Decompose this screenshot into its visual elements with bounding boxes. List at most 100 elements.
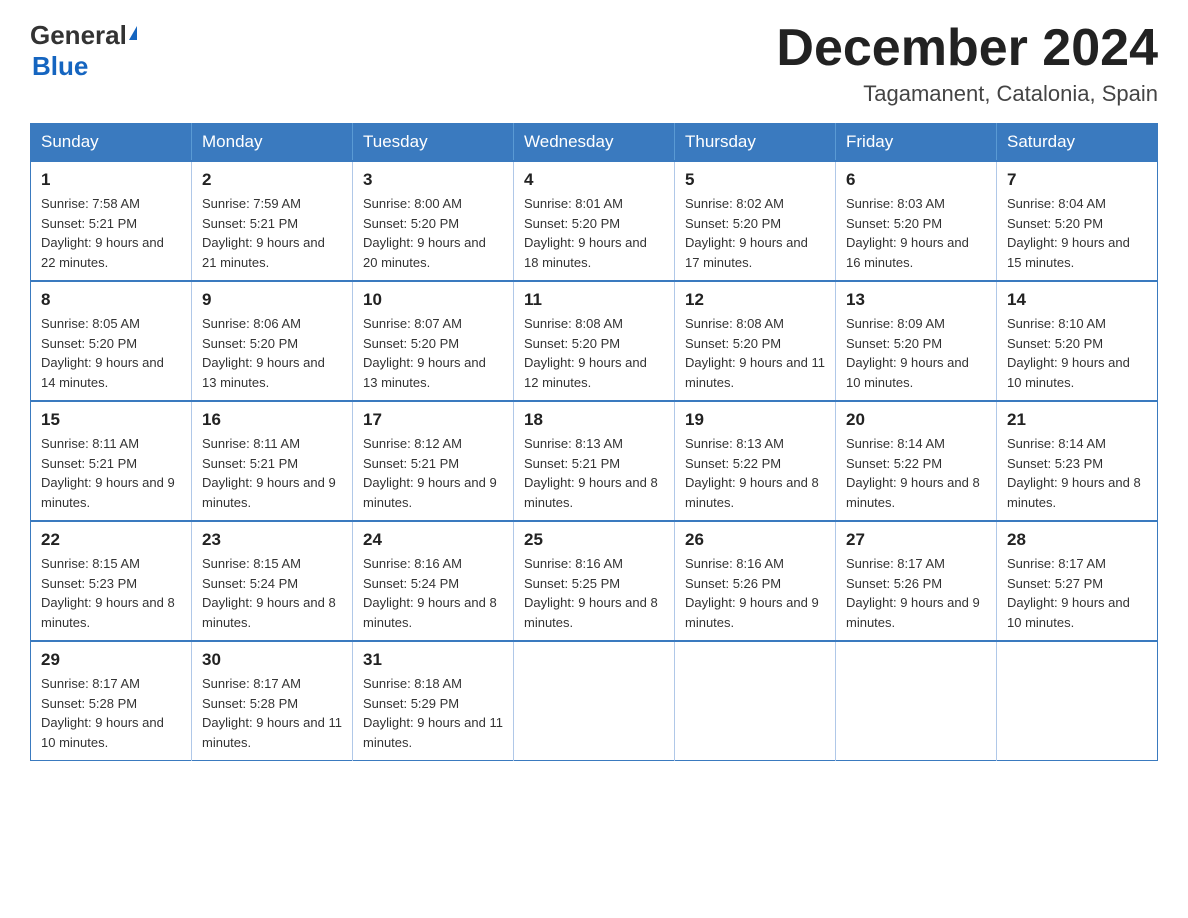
day-info: Sunrise: 8:02 AMSunset: 5:20 PMDaylight:…: [685, 194, 825, 272]
calendar-day-cell: 31Sunrise: 8:18 AMSunset: 5:29 PMDayligh…: [353, 641, 514, 761]
month-title: December 2024: [776, 20, 1158, 77]
calendar-header-friday: Friday: [836, 124, 997, 162]
day-info: Sunrise: 8:08 AMSunset: 5:20 PMDaylight:…: [685, 314, 825, 392]
day-number: 9: [202, 290, 342, 310]
day-info: Sunrise: 8:12 AMSunset: 5:21 PMDaylight:…: [363, 434, 503, 512]
day-info: Sunrise: 8:06 AMSunset: 5:20 PMDaylight:…: [202, 314, 342, 392]
day-number: 25: [524, 530, 664, 550]
day-info: Sunrise: 8:07 AMSunset: 5:20 PMDaylight:…: [363, 314, 503, 392]
day-number: 31: [363, 650, 503, 670]
logo-general-text: General: [30, 20, 127, 51]
calendar-day-cell: 17 Sunrise: 8:12 AMSunset: 5:21 PMDayligh…: [353, 401, 514, 521]
day-number: 20: [846, 410, 986, 430]
day-number: 17: [363, 410, 503, 430]
calendar-day-cell: 10 Sunrise: 8:07 AMSunset: 5:20 PMDayligh…: [353, 281, 514, 401]
day-info: Sunrise: 8:14 AMSunset: 5:22 PMDaylight:…: [846, 434, 986, 512]
calendar-day-cell: 4 Sunrise: 8:01 AMSunset: 5:20 PMDaylight…: [514, 161, 675, 281]
day-info: Sunrise: 8:04 AMSunset: 5:20 PMDaylight:…: [1007, 194, 1147, 272]
calendar-header-row: SundayMondayTuesdayWednesdayThursdayFrid…: [31, 124, 1158, 162]
calendar-day-cell: 21 Sunrise: 8:14 AMSunset: 5:23 PMDayligh…: [997, 401, 1158, 521]
day-number: 16: [202, 410, 342, 430]
title-area: December 2024 Tagamanent, Catalonia, Spa…: [776, 20, 1158, 107]
day-number: 27: [846, 530, 986, 550]
day-number: 1: [41, 170, 181, 190]
calendar-day-cell: 28 Sunrise: 8:17 AMSunset: 5:27 PMDayligh…: [997, 521, 1158, 641]
calendar-day-cell: 22 Sunrise: 8:15 AMSunset: 5:23 PMDayligh…: [31, 521, 192, 641]
calendar-week-row: 29 Sunrise: 8:17 AMSunset: 5:28 PMDayligh…: [31, 641, 1158, 761]
calendar-week-row: 1 Sunrise: 7:58 AMSunset: 5:21 PMDaylight…: [31, 161, 1158, 281]
calendar-day-cell: [997, 641, 1158, 761]
calendar-day-cell: 18Sunrise: 8:13 AMSunset: 5:21 PMDayligh…: [514, 401, 675, 521]
day-number: 22: [41, 530, 181, 550]
calendar-day-cell: 19 Sunrise: 8:13 AMSunset: 5:22 PMDayligh…: [675, 401, 836, 521]
day-info: Sunrise: 8:05 AMSunset: 5:20 PMDaylight:…: [41, 314, 181, 392]
day-number: 3: [363, 170, 503, 190]
day-info: Sunrise: 8:17 AMSunset: 5:28 PMDaylight:…: [202, 674, 342, 752]
calendar-header-tuesday: Tuesday: [353, 124, 514, 162]
calendar-day-cell: 13Sunrise: 8:09 AMSunset: 5:20 PMDayligh…: [836, 281, 997, 401]
day-number: 26: [685, 530, 825, 550]
day-info: Sunrise: 8:17 AMSunset: 5:28 PMDaylight:…: [41, 674, 181, 752]
calendar-table: SundayMondayTuesdayWednesdayThursdayFrid…: [30, 123, 1158, 761]
day-number: 8: [41, 290, 181, 310]
page-header: General Blue December 2024 Tagamanent, C…: [30, 20, 1158, 107]
day-info: Sunrise: 8:00 AMSunset: 5:20 PMDaylight:…: [363, 194, 503, 272]
calendar-day-cell: [675, 641, 836, 761]
day-number: 24: [363, 530, 503, 550]
day-number: 18: [524, 410, 664, 430]
day-number: 10: [363, 290, 503, 310]
calendar-day-cell: 24 Sunrise: 8:16 AMSunset: 5:24 PMDayligh…: [353, 521, 514, 641]
day-info: Sunrise: 8:14 AMSunset: 5:23 PMDaylight:…: [1007, 434, 1147, 512]
day-number: 2: [202, 170, 342, 190]
day-number: 15: [41, 410, 181, 430]
calendar-day-cell: 9 Sunrise: 8:06 AMSunset: 5:20 PMDaylight…: [192, 281, 353, 401]
day-info: Sunrise: 7:58 AMSunset: 5:21 PMDaylight:…: [41, 194, 181, 272]
day-number: 6: [846, 170, 986, 190]
day-number: 4: [524, 170, 664, 190]
calendar-day-cell: 30 Sunrise: 8:17 AMSunset: 5:28 PMDayligh…: [192, 641, 353, 761]
calendar-week-row: 15 Sunrise: 8:11 AMSunset: 5:21 PMDayligh…: [31, 401, 1158, 521]
location-title: Tagamanent, Catalonia, Spain: [776, 81, 1158, 107]
calendar-day-cell: [514, 641, 675, 761]
day-info: Sunrise: 8:16 AMSunset: 5:24 PMDaylight:…: [363, 554, 503, 632]
day-info: Sunrise: 8:01 AMSunset: 5:20 PMDaylight:…: [524, 194, 664, 272]
calendar-day-cell: 3 Sunrise: 8:00 AMSunset: 5:20 PMDaylight…: [353, 161, 514, 281]
calendar-day-cell: 5Sunrise: 8:02 AMSunset: 5:20 PMDaylight…: [675, 161, 836, 281]
day-info: Sunrise: 7:59 AMSunset: 5:21 PMDaylight:…: [202, 194, 342, 272]
calendar-header-wednesday: Wednesday: [514, 124, 675, 162]
day-number: 19: [685, 410, 825, 430]
day-number: 23: [202, 530, 342, 550]
day-info: Sunrise: 8:10 AMSunset: 5:20 PMDaylight:…: [1007, 314, 1147, 392]
calendar-week-row: 8 Sunrise: 8:05 AMSunset: 5:20 PMDaylight…: [31, 281, 1158, 401]
day-info: Sunrise: 8:15 AMSunset: 5:23 PMDaylight:…: [41, 554, 181, 632]
day-info: Sunrise: 8:17 AMSunset: 5:27 PMDaylight:…: [1007, 554, 1147, 632]
day-number: 30: [202, 650, 342, 670]
calendar-day-cell: 16 Sunrise: 8:11 AMSunset: 5:21 PMDayligh…: [192, 401, 353, 521]
day-number: 29: [41, 650, 181, 670]
calendar-day-cell: 29 Sunrise: 8:17 AMSunset: 5:28 PMDayligh…: [31, 641, 192, 761]
calendar-day-cell: 27 Sunrise: 8:17 AMSunset: 5:26 PMDayligh…: [836, 521, 997, 641]
day-info: Sunrise: 8:11 AMSunset: 5:21 PMDaylight:…: [41, 434, 181, 512]
day-info: Sunrise: 8:11 AMSunset: 5:21 PMDaylight:…: [202, 434, 342, 512]
calendar-header-saturday: Saturday: [997, 124, 1158, 162]
day-info: Sunrise: 8:13 AMSunset: 5:22 PMDaylight:…: [685, 434, 825, 512]
day-number: 28: [1007, 530, 1147, 550]
calendar-header-sunday: Sunday: [31, 124, 192, 162]
logo-triangle-icon: [129, 26, 137, 40]
calendar-day-cell: 25Sunrise: 8:16 AMSunset: 5:25 PMDayligh…: [514, 521, 675, 641]
day-number: 21: [1007, 410, 1147, 430]
calendar-day-cell: [836, 641, 997, 761]
calendar-header-thursday: Thursday: [675, 124, 836, 162]
day-info: Sunrise: 8:15 AMSunset: 5:24 PMDaylight:…: [202, 554, 342, 632]
calendar-day-cell: 12Sunrise: 8:08 AMSunset: 5:20 PMDayligh…: [675, 281, 836, 401]
day-info: Sunrise: 8:09 AMSunset: 5:20 PMDaylight:…: [846, 314, 986, 392]
calendar-day-cell: 7 Sunrise: 8:04 AMSunset: 5:20 PMDaylight…: [997, 161, 1158, 281]
logo-blue-text: Blue: [32, 51, 88, 82]
calendar-week-row: 22 Sunrise: 8:15 AMSunset: 5:23 PMDayligh…: [31, 521, 1158, 641]
calendar-day-cell: 11Sunrise: 8:08 AMSunset: 5:20 PMDayligh…: [514, 281, 675, 401]
calendar-day-cell: 6Sunrise: 8:03 AMSunset: 5:20 PMDaylight…: [836, 161, 997, 281]
day-info: Sunrise: 8:17 AMSunset: 5:26 PMDaylight:…: [846, 554, 986, 632]
day-info: Sunrise: 8:08 AMSunset: 5:20 PMDaylight:…: [524, 314, 664, 392]
day-info: Sunrise: 8:16 AMSunset: 5:26 PMDaylight:…: [685, 554, 825, 632]
day-number: 7: [1007, 170, 1147, 190]
